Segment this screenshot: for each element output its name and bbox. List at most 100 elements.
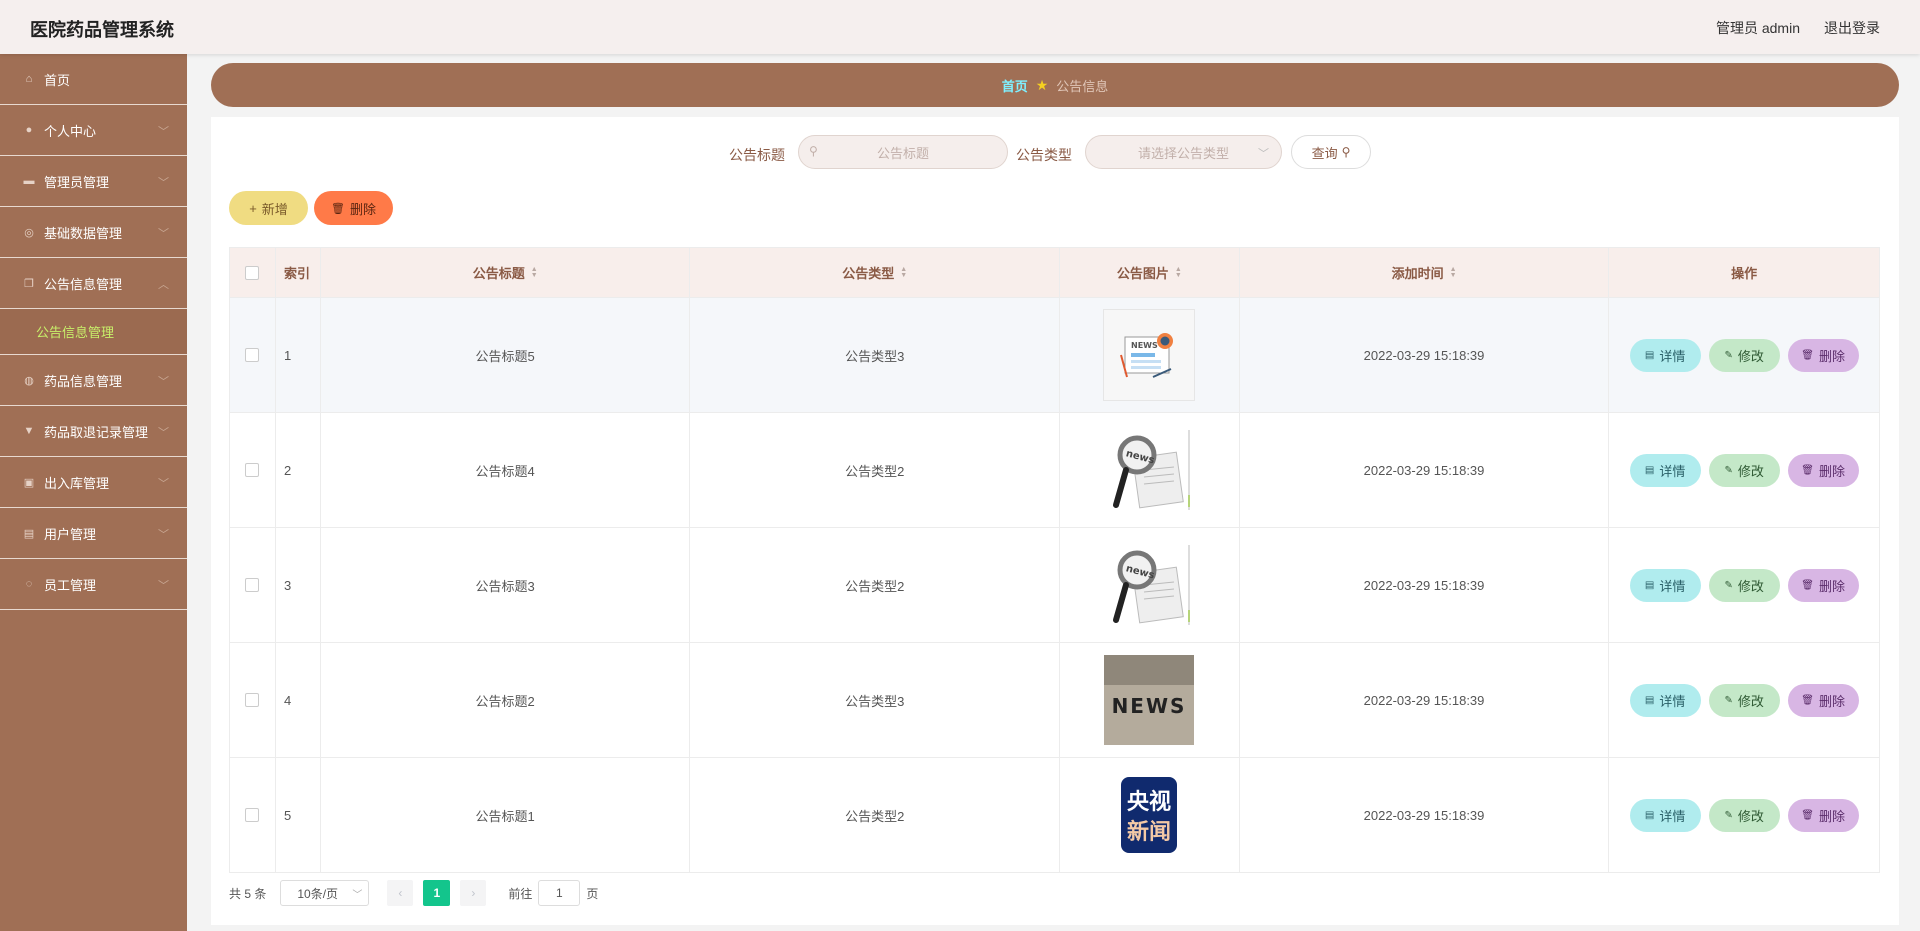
sort-icon[interactable]: ▲ ▼ <box>1450 266 1457 279</box>
star-icon: ★ <box>1035 76 1049 93</box>
chevron-down-icon: ﹀ <box>158 478 169 490</box>
row-image-cell: news <box>1060 413 1240 527</box>
sidebar: ⌂ 首页 ● 个人中心 ﹀ ▬ 管理员管理 ﹀ ◎ 基础数据管理 ﹀ ❐ 公告信… <box>0 54 187 931</box>
select-all-cell <box>230 248 276 297</box>
detail-button[interactable]: ▤ 详情 <box>1629 798 1701 832</box>
edit-button[interactable]: ✎ 修改 <box>1708 798 1780 832</box>
row-checkbox[interactable] <box>245 578 260 592</box>
column-header-time[interactable]: 添加时间 ▲ ▼ <box>1240 248 1610 297</box>
sidebar-item-base-data[interactable]: ◎ 基础数据管理 ﹀ <box>0 207 187 258</box>
detail-button[interactable]: ▤ 详情 <box>1629 453 1701 487</box>
edit-button[interactable]: ✎ 修改 <box>1708 568 1780 602</box>
goto-page-input[interactable]: 1 <box>538 880 581 906</box>
chevron-down-icon: ﹀ <box>158 529 169 541</box>
next-page-button[interactable]: › <box>460 880 487 906</box>
row-checkbox[interactable] <box>245 808 260 822</box>
add-button-label: 新增 <box>261 201 288 217</box>
edit-label: 修改 <box>1737 808 1764 824</box>
delete-button[interactable]: 🗑 删除 <box>1787 338 1859 372</box>
document-icon: ▤ <box>1644 694 1655 706</box>
column-header-image[interactable]: 公告图片 ▲ ▼ <box>1060 248 1240 297</box>
column-header-label: 公告类型 <box>842 266 895 281</box>
row-checkbox[interactable] <box>245 463 260 477</box>
document-icon: ▤ <box>1644 464 1655 476</box>
page-number-current[interactable]: 1 <box>423 880 451 906</box>
sidebar-item-notice[interactable]: ❐ 公告信息管理 ︿ <box>0 258 187 309</box>
table-row: 2 公告标题4 公告类型2 news 2022-03-29 15:18:39 ▤… <box>230 413 1879 528</box>
table-row: 4 公告标题2 公告类型3 NEWS 2022-03-29 15:18:39 ▤… <box>230 643 1879 758</box>
row-actions: ▤ 详情 ✎ 修改 🗑 删除 <box>1609 643 1879 757</box>
column-header-actions: 操作 <box>1731 266 1758 281</box>
edit-button[interactable]: ✎ 修改 <box>1708 338 1780 372</box>
sort-icon[interactable]: ▲ ▼ <box>531 266 538 279</box>
row-checkbox[interactable] <box>245 693 260 707</box>
row-index: 3 <box>276 528 321 642</box>
chevron-down-icon: ﹀ <box>158 580 169 592</box>
row-index: 4 <box>276 643 321 757</box>
row-checkbox[interactable] <box>245 348 260 362</box>
select-all-checkbox[interactable] <box>245 265 260 280</box>
logout-link[interactable]: 退出登录 <box>1824 18 1880 38</box>
sidebar-item-label: 公告信息管理 <box>44 276 123 292</box>
title-search-label: 公告标题 <box>729 147 785 163</box>
sidebar-item-label: 员工管理 <box>44 577 97 593</box>
staff-icon: ◌ <box>25 578 33 590</box>
sidebar-item-warehouse[interactable]: ▣ 出入库管理 ﹀ <box>0 457 187 508</box>
sidebar-item-label: 基础数据管理 <box>44 225 123 241</box>
search-icon: ⚲ <box>1341 145 1351 159</box>
sidebar-item-drug-record[interactable]: ▼ 药品取退记录管理 ﹀ <box>0 406 187 457</box>
sidebar-item-staff[interactable]: ◌ 员工管理 ﹀ <box>0 559 187 610</box>
sidebar-item-admin[interactable]: ▬ 管理员管理 ﹀ <box>0 156 187 207</box>
title-search-input[interactable]: ⚲ 公告标题 <box>798 135 1008 169</box>
sort-icon[interactable]: ▲ ▼ <box>1175 266 1182 279</box>
table-row: 1 公告标题5 公告类型3 NEWS 2022-03-29 15:18:39 ▤… <box>230 298 1879 413</box>
edit-label: 修改 <box>1737 348 1764 364</box>
edit-button[interactable]: ✎ 修改 <box>1708 683 1780 717</box>
query-button[interactable]: 查询 ⚲ <box>1291 135 1371 169</box>
sidebar-subitem-notice-manage[interactable]: 公告信息管理 <box>0 309 187 355</box>
sidebar-item-label: 药品信息管理 <box>44 373 123 389</box>
type-select[interactable]: 请选择公告类型 ﹀ <box>1085 135 1282 169</box>
page-size-select[interactable]: 10条/页 ﹀ <box>280 880 370 906</box>
breadcrumb-home[interactable]: 首页 <box>1002 76 1028 95</box>
detail-button[interactable]: ▤ 详情 <box>1629 338 1701 372</box>
delete-button[interactable]: 🗑 删除 <box>1787 798 1859 832</box>
chevron-down-icon: ﹀ <box>158 126 169 138</box>
sidebar-item-users[interactable]: ▤ 用户管理 ﹀ <box>0 508 187 559</box>
detail-button[interactable]: ▤ 详情 <box>1629 568 1701 602</box>
chevron-right-icon: › <box>471 886 476 900</box>
type-select-placeholder: 请选择公告类型 <box>1137 145 1229 161</box>
trash-icon: 🗑 <box>1801 349 1814 361</box>
delete-label: 删除 <box>1818 348 1845 364</box>
row-type: 公告类型3 <box>690 298 1060 412</box>
sidebar-item-profile[interactable]: ● 个人中心 ﹀ <box>0 105 187 156</box>
pagination: 共 5 条 10条/页 ﹀ ‹ 1 › 前往 1 页 <box>229 879 598 907</box>
column-header-title[interactable]: 公告标题 ▲ ▼ <box>321 248 691 297</box>
delete-button[interactable]: 🗑 删除 <box>1787 453 1859 487</box>
row-type: 公告类型2 <box>690 413 1060 527</box>
row-actions: ▤ 详情 ✎ 修改 🗑 删除 <box>1609 528 1879 642</box>
edit-button[interactable]: ✎ 修改 <box>1708 453 1780 487</box>
prev-page-button[interactable]: ‹ <box>387 880 414 906</box>
row-time: 2022-03-29 15:18:39 <box>1240 758 1610 872</box>
sidebar-item-home[interactable]: ⌂ 首页 <box>0 54 187 105</box>
magnifier-news-image: news <box>1104 540 1194 630</box>
row-select-cell <box>230 413 276 527</box>
column-header-type[interactable]: 公告类型 ▲ ▼ <box>690 248 1060 297</box>
trash-icon: 🗑 <box>1801 579 1814 591</box>
detail-button[interactable]: ▤ 详情 <box>1629 683 1701 717</box>
sort-icon[interactable]: ▲ ▼ <box>900 266 907 279</box>
record-icon: ▼ <box>23 425 35 437</box>
edit-label: 修改 <box>1737 463 1764 479</box>
add-button[interactable]: + 新增 <box>229 191 308 225</box>
sidebar-item-label: 个人中心 <box>44 123 97 139</box>
pencil-icon: ✎ <box>1724 694 1733 706</box>
sidebar-item-drug[interactable]: ◍ 药品信息管理 ﹀ <box>0 355 187 406</box>
row-actions: ▤ 详情 ✎ 修改 🗑 删除 <box>1609 298 1879 412</box>
delete-button[interactable]: 🗑 删除 <box>1787 683 1859 717</box>
chevron-left-icon: ‹ <box>398 886 403 900</box>
delete-button[interactable]: 🗑 删除 <box>1787 568 1859 602</box>
batch-delete-button[interactable]: 🗑 删除 <box>314 191 393 225</box>
document-icon: ▤ <box>1644 349 1655 361</box>
delete-label: 删除 <box>1818 463 1845 479</box>
